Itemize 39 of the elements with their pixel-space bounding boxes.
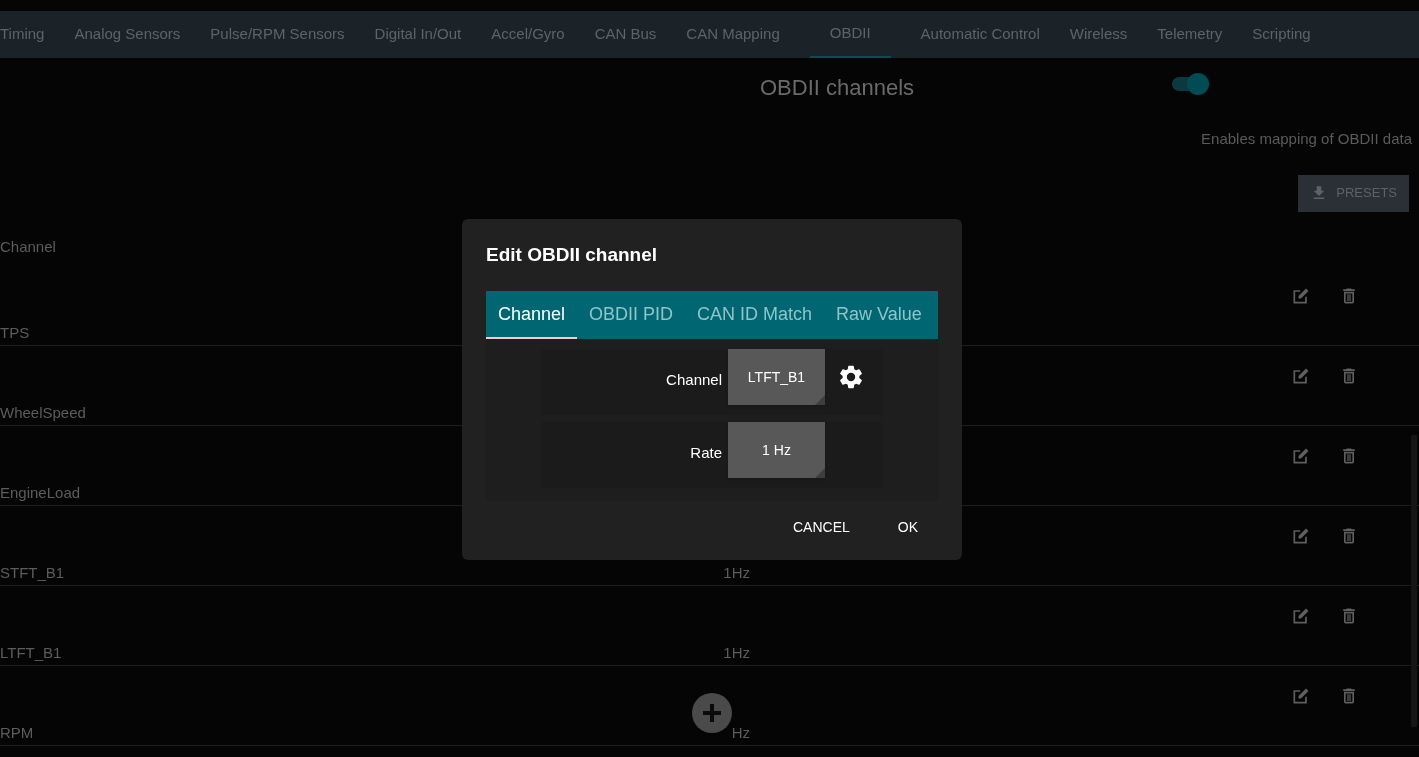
tab[interactable]: Digital In/Out [374, 11, 462, 58]
tab[interactable]: Scripting [1252, 11, 1311, 58]
hint-text: Enables mapping of OBDII data [1201, 129, 1412, 149]
section-title: OBDII channels [760, 74, 915, 102]
tab[interactable]: Telemetry [1157, 11, 1223, 58]
tab[interactable]: Pulse/RPM Sensors [210, 11, 345, 58]
tab[interactable]: Accel/Gyro [491, 11, 565, 58]
table-cell-text: Hz [730, 722, 750, 743]
table-cell-text: 1Hz [722, 642, 750, 663]
tab[interactable]: Automatic Control [920, 11, 1040, 58]
column-header: Channel [0, 237, 56, 256]
tab[interactable]: CAN ID Match [685, 291, 825, 339]
table-cell-text: 1Hz [722, 562, 750, 583]
dropdown-corner-icon [815, 468, 825, 478]
dropdown-corner-icon [815, 395, 825, 405]
add-button[interactable] [692, 693, 732, 733]
table-cell-text: STFT_B1 [0, 562, 65, 583]
field-label: Rate [690, 443, 722, 463]
table-cell-text: WheelSpeed [0, 402, 86, 423]
tab[interactable]: CAN Bus [594, 11, 657, 58]
tab[interactable]: Raw Value [824, 291, 934, 339]
plus-icon [701, 702, 723, 724]
dialog-button[interactable]: OK [877, 509, 938, 545]
tab[interactable]: OBDII [809, 11, 891, 58]
tab[interactable]: Analog Sensors [74, 11, 181, 58]
dialog-title: Edit OBDII channel [486, 243, 659, 267]
tab[interactable]: Wireless [1069, 11, 1128, 58]
tab[interactable]: Timing [0, 11, 45, 58]
dialog-button[interactable]: CANCEL [772, 509, 870, 545]
select-field[interactable]: 1 Hz [728, 422, 825, 478]
tab[interactable]: OBDII PID [577, 291, 686, 339]
table-cell-text: EngineLoad [0, 482, 81, 503]
select-field[interactable]: LTFT_B1 [728, 349, 825, 405]
table-cell-text: LTFT_B1 [0, 642, 62, 663]
table-cell-text: RPM [0, 722, 34, 743]
table-cell-text: TPS [0, 322, 30, 343]
tab[interactable]: CAN Mapping [686, 11, 780, 58]
settings-icon[interactable] [837, 363, 865, 391]
field-label: Channel [666, 370, 722, 390]
